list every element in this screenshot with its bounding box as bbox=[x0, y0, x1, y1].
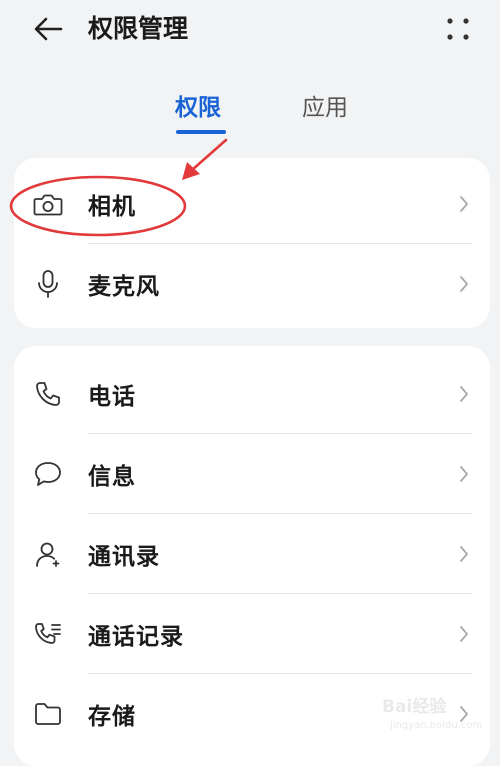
active-tab-indicator bbox=[176, 130, 226, 134]
tab-bar: 权限 应用 bbox=[0, 90, 500, 136]
grid-dots-icon bbox=[447, 18, 469, 40]
chevron-right-icon bbox=[456, 542, 472, 566]
list-item-contacts[interactable]: 通讯录 bbox=[14, 514, 490, 594]
list-item-label: 通讯录 bbox=[88, 544, 160, 570]
tab-apps[interactable]: 应用 bbox=[302, 90, 348, 126]
list-item-label: 电话 bbox=[88, 384, 136, 410]
phone-icon bbox=[32, 378, 64, 410]
chevron-right-icon bbox=[456, 192, 472, 216]
chevron-right-icon bbox=[456, 272, 472, 296]
annotation-arrow bbox=[182, 138, 228, 180]
microphone-icon bbox=[32, 268, 64, 300]
message-icon bbox=[32, 458, 64, 490]
app-header: 权限管理 bbox=[0, 0, 500, 62]
contacts-icon bbox=[32, 538, 64, 570]
watermark-subtext: jingyan.baidu.com bbox=[389, 720, 482, 731]
list-item-microphone[interactable]: 麦克风 bbox=[14, 244, 490, 324]
list-item-call-log[interactable]: 通话记录 bbox=[14, 594, 490, 674]
arrow-left-icon bbox=[34, 17, 63, 41]
chevron-right-icon bbox=[456, 382, 472, 406]
list-item-label: 信息 bbox=[88, 464, 136, 490]
list-item-label: 存储 bbox=[88, 704, 136, 730]
list-item-messages[interactable]: 信息 bbox=[14, 434, 490, 514]
call-log-icon bbox=[32, 618, 64, 650]
chevron-right-icon bbox=[456, 622, 472, 646]
watermark-logo: Bai经验 jingyan.baidu.com bbox=[382, 696, 482, 731]
tab-permissions[interactable]: 权限 bbox=[175, 90, 221, 126]
list-item-phone[interactable]: 电话 bbox=[14, 354, 490, 434]
more-options-button[interactable] bbox=[440, 12, 476, 46]
list-item-label: 通话记录 bbox=[88, 624, 184, 650]
page-title: 权限管理 bbox=[88, 14, 189, 43]
back-button[interactable] bbox=[26, 12, 70, 46]
list-item-label: 麦克风 bbox=[88, 274, 160, 300]
chevron-right-icon bbox=[456, 462, 472, 486]
annotation-ellipse bbox=[9, 175, 187, 237]
folder-icon bbox=[32, 698, 64, 730]
watermark-text: Bai经验 bbox=[382, 696, 447, 717]
